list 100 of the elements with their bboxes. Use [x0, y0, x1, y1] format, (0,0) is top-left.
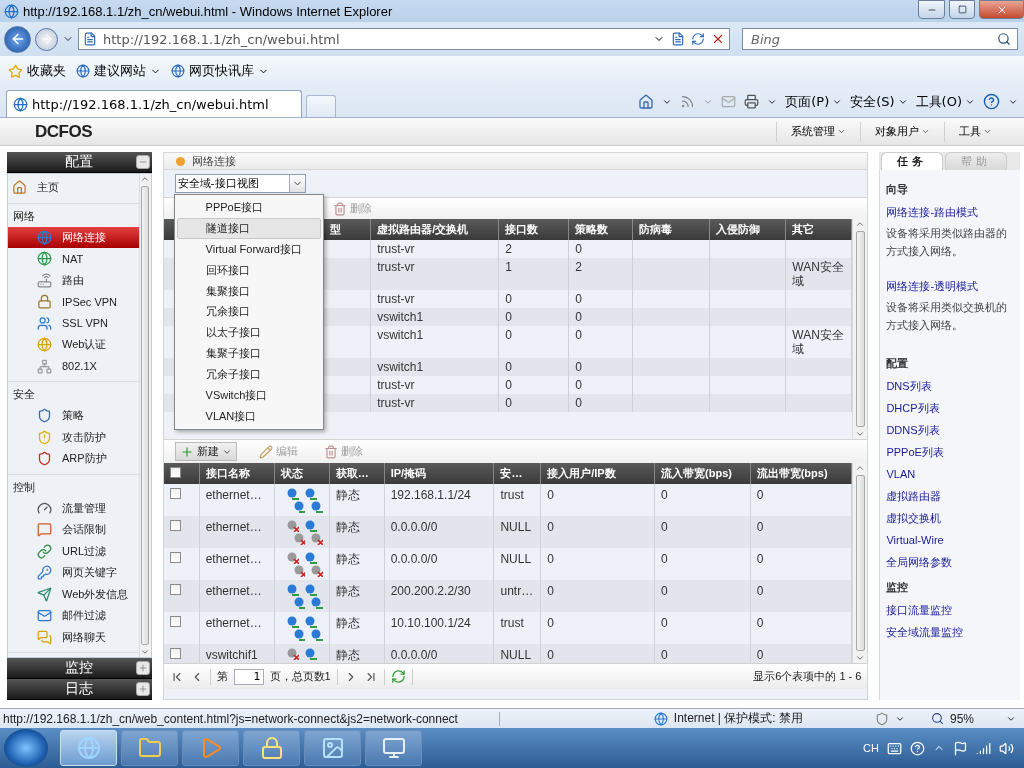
new-button[interactable]: 新建 — [174, 442, 237, 461]
panel-header[interactable]: 日志 — [7, 679, 152, 700]
sidebar-item[interactable]: 主页 — [8, 177, 139, 199]
menu-item[interactable]: 集聚接口 — [176, 280, 321, 302]
sidebar-item[interactable]: 路由 — [8, 269, 139, 291]
task-link[interactable]: 接口流量监控 — [886, 600, 1014, 620]
top-menu[interactable]: 对象用户 — [860, 121, 944, 142]
menu-item[interactable]: VLAN接口 — [176, 405, 321, 427]
menu-item[interactable]: 冗余接口 — [176, 301, 321, 323]
row-checkbox[interactable] — [169, 616, 181, 627]
caret-icon[interactable] — [921, 127, 930, 136]
scroll-up-icon[interactable] — [140, 174, 151, 184]
favorites-button[interactable]: 收藏夹 — [8, 62, 66, 80]
sidebar-item[interactable]: 策略 — [8, 405, 139, 427]
sidebar-item[interactable]: 攻击防护 — [8, 426, 139, 448]
favorites-button[interactable]: 网页快讯库 — [171, 62, 269, 80]
address-field[interactable]: http://192.168.1.1/zh_cn/webui.html — [103, 31, 647, 47]
row-checkbox[interactable] — [169, 552, 181, 563]
sidebar-item[interactable]: 邮件过滤 — [8, 605, 139, 627]
sidebar-item[interactable]: IPSec VPN — [8, 291, 139, 313]
scroll-down-icon[interactable] — [855, 653, 866, 663]
sidebar-item[interactable]: 网络连接 — [8, 226, 139, 248]
task-link[interactable]: PPPoE列表 — [886, 442, 1014, 462]
scroll-up-icon[interactable] — [855, 219, 866, 229]
scrollbar[interactable] — [852, 463, 868, 663]
panel-header[interactable]: 监控 — [7, 658, 152, 679]
sidebar-item[interactable]: Web外发信息 — [8, 583, 139, 605]
menu-item[interactable]: 冗余子接口 — [176, 364, 321, 385]
search-field[interactable]: Bing — [749, 30, 993, 48]
sidebar-item[interactable]: 网络聊天 — [8, 626, 139, 648]
favorites-button[interactable]: 建议网站 — [76, 62, 161, 80]
task-link[interactable]: 网络连接-透明模式 — [886, 276, 1014, 296]
volume-icon[interactable] — [999, 740, 1014, 756]
sidebar-item[interactable]: 网页关键字 — [8, 562, 139, 584]
back-button[interactable] — [4, 25, 31, 53]
panel-header[interactable]: 配置 — [7, 152, 152, 173]
top-menu[interactable]: 系统管理 — [776, 121, 860, 142]
lock-icon[interactable] — [259, 736, 284, 760]
flag-icon[interactable] — [953, 740, 968, 756]
minimize-button[interactable] — [918, 0, 945, 19]
task-link[interactable]: DDNS列表 — [886, 420, 1014, 440]
menu-item[interactable]: Virtual Forward接口 — [176, 238, 321, 260]
language-indicator[interactable]: CH — [863, 742, 879, 754]
panel-tab[interactable]: 任务 — [881, 152, 944, 170]
close-button[interactable] — [979, 0, 1024, 19]
address-bar[interactable]: http://192.168.1.1/zh_cn/webui.html — [78, 28, 730, 50]
task-link[interactable]: 虚拟交换机 — [886, 508, 1014, 528]
search-box[interactable]: Bing — [742, 28, 1018, 50]
top-menu[interactable]: 工具 — [944, 121, 1006, 142]
sidebar-item[interactable]: ARP防护 — [8, 448, 139, 470]
zoom-level[interactable]: 95% — [949, 711, 974, 726]
printer-icon[interactable] — [744, 94, 760, 109]
sidebar-item[interactable]: 802.1X — [8, 355, 139, 377]
taskbar-button[interactable] — [182, 730, 239, 766]
scrollbar[interactable] — [138, 174, 151, 657]
task-link[interactable]: DNS列表 — [886, 376, 1014, 396]
taskbar-button[interactable] — [304, 730, 361, 766]
caret-icon[interactable] — [983, 127, 992, 136]
menu-item[interactable]: 集聚子接口 — [176, 343, 321, 365]
mail-icon[interactable] — [721, 94, 737, 109]
folder-icon[interactable] — [137, 736, 162, 760]
task-link[interactable]: Virtual-Wire — [886, 530, 1014, 550]
sidebar-item[interactable]: URL过滤 — [8, 540, 139, 562]
scroll-down-icon[interactable] — [140, 647, 151, 657]
home-icon[interactable] — [638, 93, 655, 110]
menu-item[interactable]: 隧道接口 — [176, 217, 321, 239]
refresh-icon[interactable] — [691, 32, 705, 46]
rss-icon[interactable] — [680, 94, 696, 109]
stop-icon[interactable] — [711, 32, 725, 46]
sidebar-item[interactable]: 流量管理 — [8, 497, 139, 519]
taskbar-button[interactable] — [243, 730, 300, 766]
task-link[interactable]: 安全域流量监控 — [886, 622, 1014, 642]
refresh-icon[interactable] — [390, 669, 406, 684]
star-icon[interactable] — [8, 63, 23, 79]
sidebar-item[interactable]: SSL VPN — [8, 312, 139, 334]
compatibility-icon[interactable] — [671, 32, 685, 46]
page-field[interactable]: 1 — [233, 668, 264, 685]
maximize-button[interactable] — [949, 0, 975, 19]
sidebar-item[interactable]: NAT — [8, 248, 139, 270]
caret-icon[interactable] — [837, 127, 846, 136]
task-link[interactable]: 网络连接-路由模式 — [886, 202, 1014, 222]
task-link[interactable]: 全局网络参数 — [886, 552, 1014, 572]
shield-icon[interactable] — [874, 711, 889, 726]
menu-item[interactable]: 以太子接口 — [176, 322, 321, 344]
row-checkbox[interactable] — [169, 584, 181, 595]
monitor-icon[interactable] — [381, 736, 406, 760]
help-icon[interactable] — [983, 93, 1000, 110]
task-link[interactable]: VLAN — [886, 464, 1014, 484]
menu-item[interactable]: VSwitch接口 — [176, 385, 321, 406]
task-link[interactable]: 虚拟路由器 — [886, 486, 1014, 506]
maximize-icon[interactable] — [957, 5, 967, 14]
task-link[interactable]: DHCP列表 — [886, 398, 1014, 418]
scroll-down-icon[interactable] — [855, 429, 866, 439]
network-icon[interactable] — [976, 740, 991, 756]
command-menu[interactable]: 工具(O) — [915, 92, 975, 111]
command-menu[interactable]: 页面(P) — [785, 92, 843, 111]
command-menu[interactable]: 安全(S) — [850, 92, 908, 111]
menu-item[interactable]: 回环接口 — [176, 259, 321, 281]
taskbar-button[interactable] — [365, 730, 422, 766]
menu-item[interactable]: PPPoE接口 — [176, 197, 321, 218]
